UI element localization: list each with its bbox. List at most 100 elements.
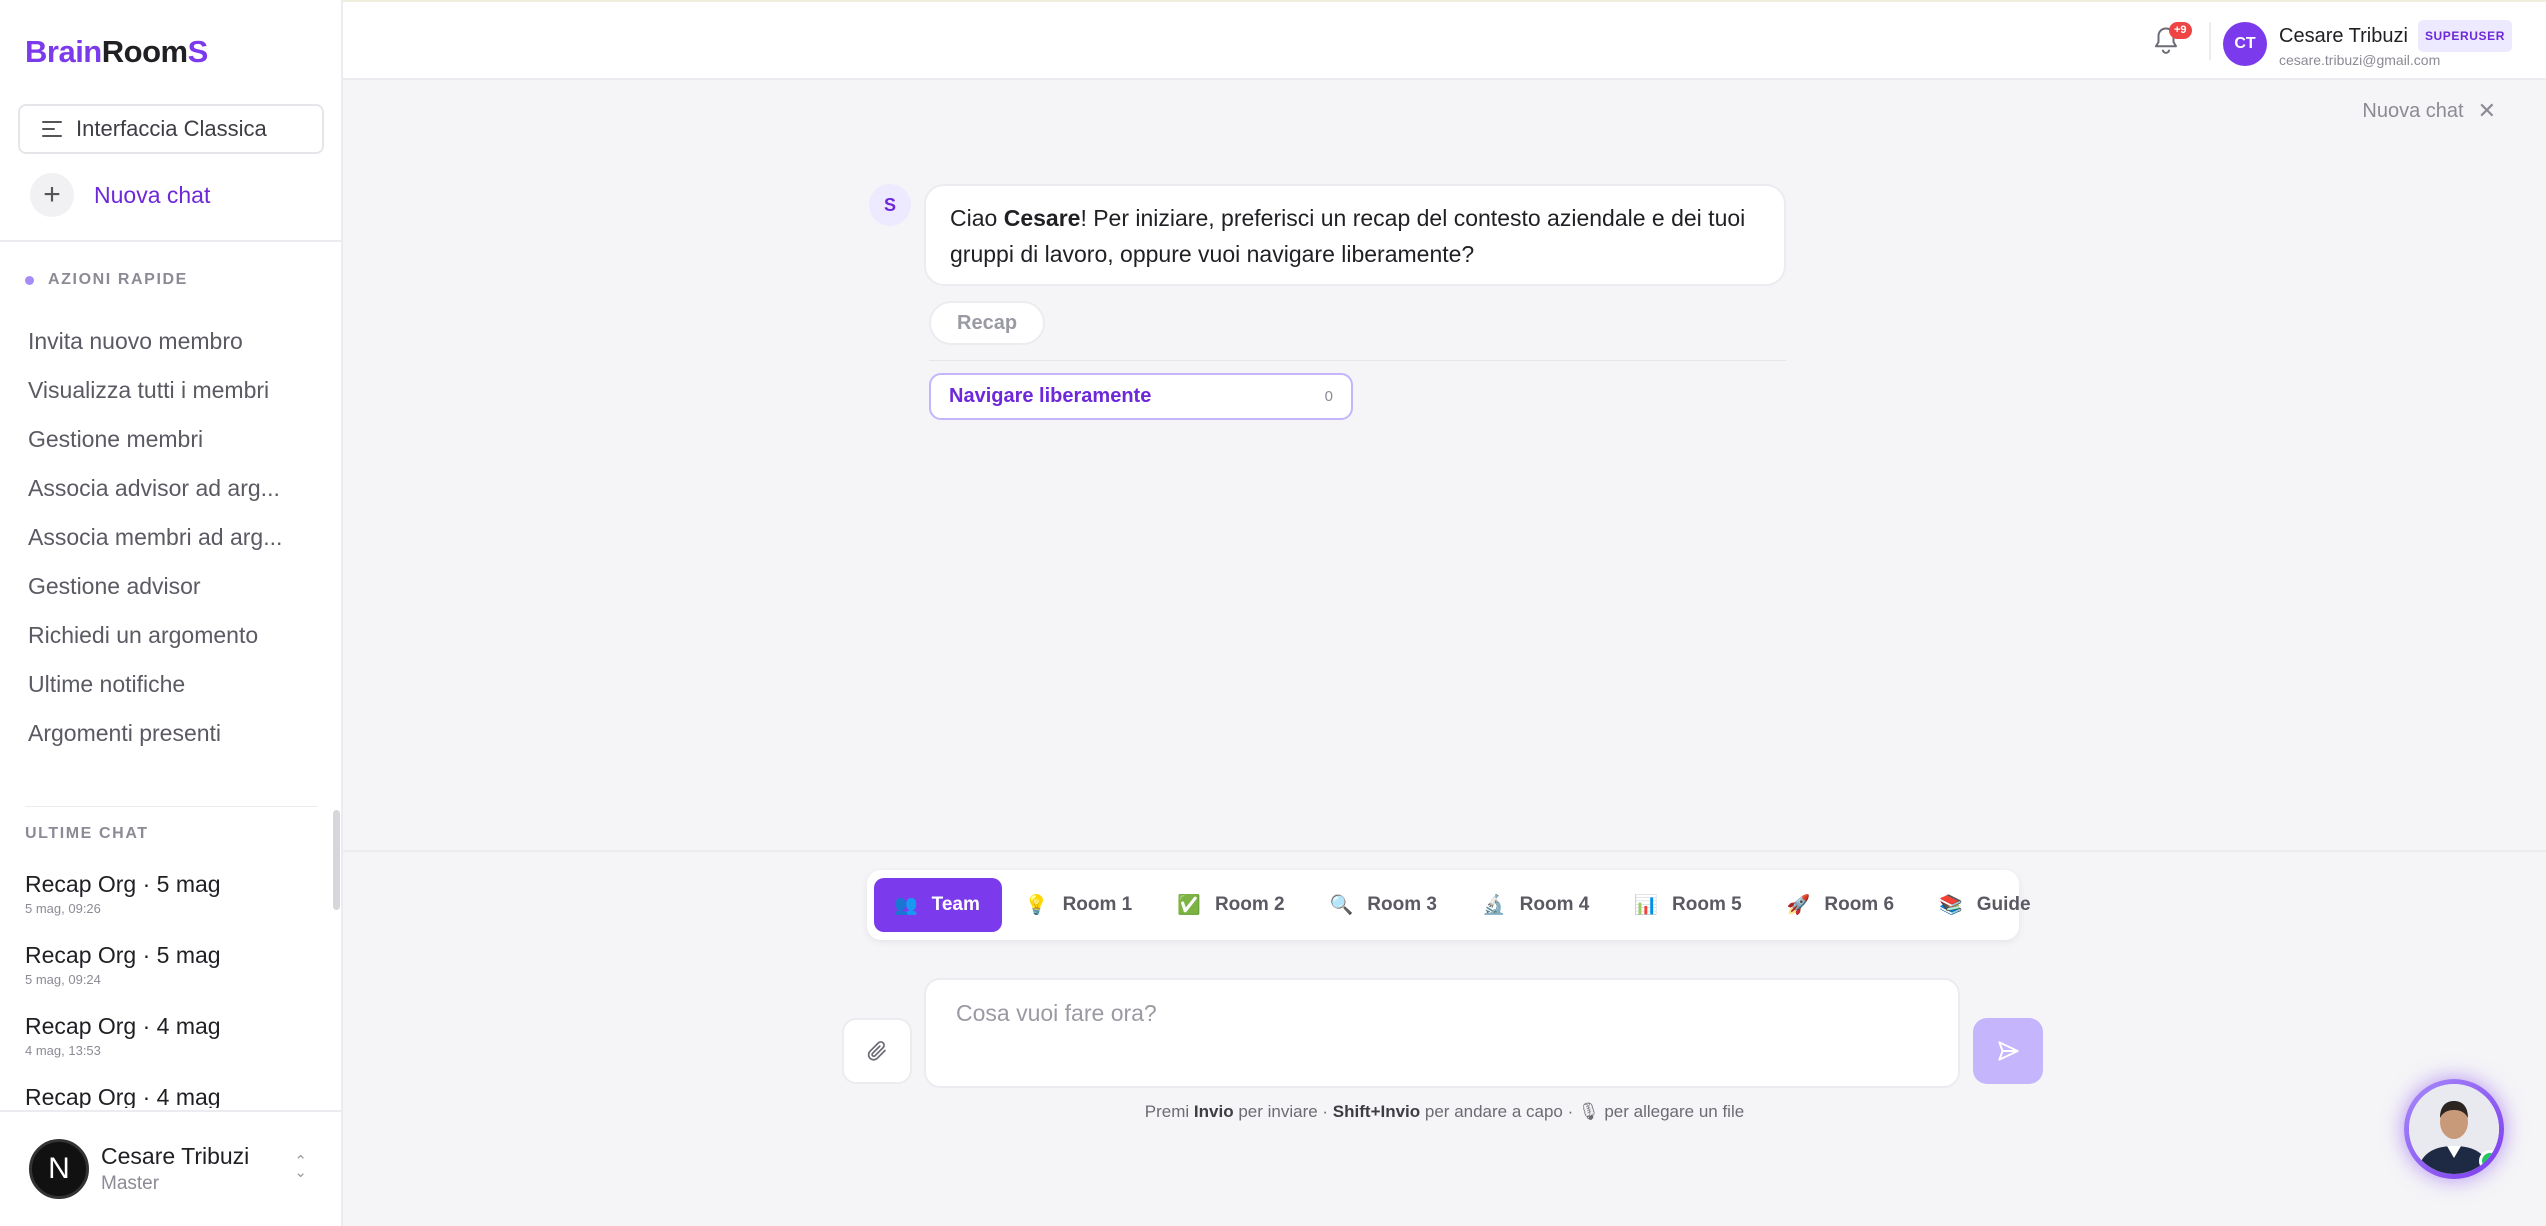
notifications-button[interactable]: +9 (2151, 22, 2192, 60)
magnifier-icon: 🔍 (1329, 895, 1354, 916)
user-role: Master (101, 1173, 160, 1194)
quick-actions-list: Invita nuovo membro Visualizza tutti i m… (28, 323, 318, 764)
tab-guide[interactable]: 📚 Guide (1919, 878, 2053, 932)
tab-room-1[interactable]: 💡 Room 1 (1005, 878, 1154, 932)
tab-label: Room 5 (1672, 894, 1742, 915)
message-username: Cesare (1003, 205, 1081, 231)
team-icon: 👥 (894, 895, 918, 916)
top-bar: +9 CT Cesare Tribuzi SUPERUSER cesare.tr… (343, 0, 2546, 80)
sidebar: BrainRoomS Interfaccia Classica + Nuova … (0, 0, 343, 1226)
composer-area: 👥 Team 💡 Room 1 ✅ Room 2 🔍 Room 3 🔬 Room… (343, 850, 2546, 1226)
account-email: cesare.tribuzi@gmail.com (2279, 52, 2441, 68)
classic-interface-label: Interfaccia Classica (76, 116, 267, 141)
lightbulb-icon: 💡 (1024, 895, 1049, 916)
quick-action-manage-advisor[interactable]: Gestione advisor (28, 568, 318, 617)
microscope-icon: 🔬 (1481, 895, 1506, 916)
quick-action-latest-notifications[interactable]: Ultime notifiche (28, 666, 318, 715)
recent-chat-item[interactable]: Recap Org · 5 mag 5 mag, 09:26 (25, 868, 325, 939)
chevron-up-down-icon: ⌃ ⌄ (294, 1153, 307, 1181)
account-menu[interactable]: CT Cesare Tribuzi SUPERUSER cesare.tribu… (2223, 20, 2513, 68)
topbar-divider (2209, 22, 2211, 60)
tab-room-6[interactable]: 🚀 Room 6 (1767, 878, 1916, 932)
quick-action-existing-topics[interactable]: Argomenti presenti (28, 715, 318, 764)
recent-chat-date: 4 mag, 13:53 (25, 1043, 101, 1058)
assistant-message: Ciao Cesare! Per iniziare, preferisci un… (924, 184, 1786, 286)
quick-action-request-topic[interactable]: Richiedi un argomento (28, 617, 318, 666)
recent-chats-title: ULTIME CHAT (25, 825, 149, 842)
quick-action-assign-advisor[interactable]: Associa advisor ad arg... (28, 470, 318, 519)
composer-hint: Premi Invio per inviare · Shift+Invio pe… (343, 1102, 2546, 1122)
quick-actions-heading: AZIONI RAPIDE (25, 271, 188, 289)
tab-label: Guide (1976, 894, 2031, 915)
tab-team[interactable]: 👥 Team (874, 878, 1002, 932)
sidebar-scrollbar[interactable] (333, 810, 340, 910)
classic-interface-button[interactable]: Interfaccia Classica (18, 104, 324, 154)
quick-actions-title: AZIONI RAPIDE (48, 271, 188, 288)
hint-key: Invio (1193, 1102, 1234, 1121)
user-name: Cesare Tribuzi (101, 1143, 250, 1169)
tab-room-4[interactable]: 🔬 Room 4 (1462, 878, 1611, 932)
option-navigate-count: 0 (1324, 388, 1333, 405)
close-icon: ✕ (2477, 98, 2496, 123)
message-input-box (924, 978, 1960, 1088)
recent-chat-item[interactable]: Recap Org · 4 mag 4 mag, 13:53 (25, 1010, 325, 1081)
avatar: N (29, 1139, 89, 1199)
quick-action-manage-members[interactable]: Gestione membri (28, 421, 318, 470)
attach-file-button[interactable] (842, 1018, 912, 1084)
notification-count-badge: +9 (2169, 22, 2192, 39)
options-divider (929, 360, 1786, 361)
recent-chats-list: Recap Org · 5 mag 5 mag, 09:26 Recap Org… (25, 868, 325, 1108)
floating-assistant-avatar[interactable] (2404, 1079, 2504, 1179)
chat-main: Nuova chat ✕ S Ciao Cesare! Per iniziare… (343, 80, 2546, 1226)
quick-action-view-members[interactable]: Visualizza tutti i membri (28, 372, 318, 421)
quick-action-invite-member[interactable]: Invita nuovo membro (28, 323, 318, 372)
online-status-indicator (2479, 1150, 2499, 1172)
new-chat-label: Nuova chat (94, 181, 211, 208)
tab-label: Room 1 (1062, 894, 1133, 915)
recent-chat-title: Recap Org · 4 mag (25, 1084, 221, 1108)
tab-room-2[interactable]: ✅ Room 2 (1157, 878, 1306, 932)
bar-chart-icon: 📊 (1634, 895, 1659, 916)
message-text: Ciao (950, 205, 1004, 231)
user-profile-menu[interactable]: N Cesare Tribuzi Master ⌃ ⌄ (0, 1110, 341, 1226)
hint-text: per inviare · (1233, 1102, 1333, 1121)
checkmark-icon: ✅ (1177, 895, 1201, 916)
send-icon (1998, 1041, 2019, 1061)
brand-part-1: Brain (25, 34, 102, 69)
hint-text: per allegare un file (1599, 1102, 1745, 1121)
option-recap-button[interactable]: Recap (929, 301, 1046, 345)
brand-part-3: S (187, 34, 209, 69)
recent-chat-title: Recap Org · 5 mag (25, 871, 221, 897)
message-input[interactable] (956, 1000, 1928, 1066)
send-button[interactable] (1973, 1018, 2043, 1084)
recent-chat-date: 5 mag, 09:26 (25, 901, 101, 916)
bullet-dot-icon (25, 275, 34, 285)
close-chat-button[interactable]: Nuova chat ✕ (2362, 98, 2496, 124)
tab-label: Room 3 (1367, 894, 1437, 915)
recent-chat-item[interactable]: Recap Org · 5 mag 5 mag, 09:24 (25, 939, 325, 1010)
tab-label: Team (931, 894, 980, 915)
recent-chat-item[interactable]: Recap Org · 4 mag (25, 1081, 325, 1108)
recent-chat-date: 5 mag, 09:24 (25, 972, 101, 987)
new-chat-button[interactable]: + Nuova chat (30, 173, 210, 217)
tab-room-3[interactable]: 🔍 Room 3 (1310, 878, 1459, 932)
room-tabs: 👥 Team 💡 Room 1 ✅ Room 2 🔍 Room 3 🔬 Room… (867, 870, 2031, 940)
plus-icon: + (30, 173, 74, 217)
hint-key: Shift+Invio (1332, 1102, 1421, 1121)
brand-logo[interactable]: BrainRoomS (25, 34, 208, 70)
tab-label: Room 2 (1214, 894, 1285, 915)
menu-lines-icon (42, 121, 62, 137)
books-icon: 📚 (1939, 895, 1963, 916)
sidebar-divider (0, 240, 341, 242)
tab-label: Room 6 (1824, 894, 1895, 915)
brand-part-2: Room (101, 34, 188, 69)
hint-text: Premi (1144, 1102, 1194, 1121)
hint-text: per andare a capo · (1420, 1102, 1578, 1121)
rocket-icon: 🚀 (1786, 895, 1811, 916)
quick-action-assign-members[interactable]: Associa membri ad arg... (28, 519, 318, 568)
option-navigate-button[interactable]: Navigare liberamente 0 (929, 373, 1353, 420)
option-navigate-label: Navigare liberamente (949, 385, 1152, 407)
tab-room-5[interactable]: 📊 Room 5 (1614, 878, 1763, 932)
microphone-icon: 🎙 (1578, 1102, 1600, 1121)
recent-chat-title: Recap Org · 5 mag (25, 942, 221, 968)
